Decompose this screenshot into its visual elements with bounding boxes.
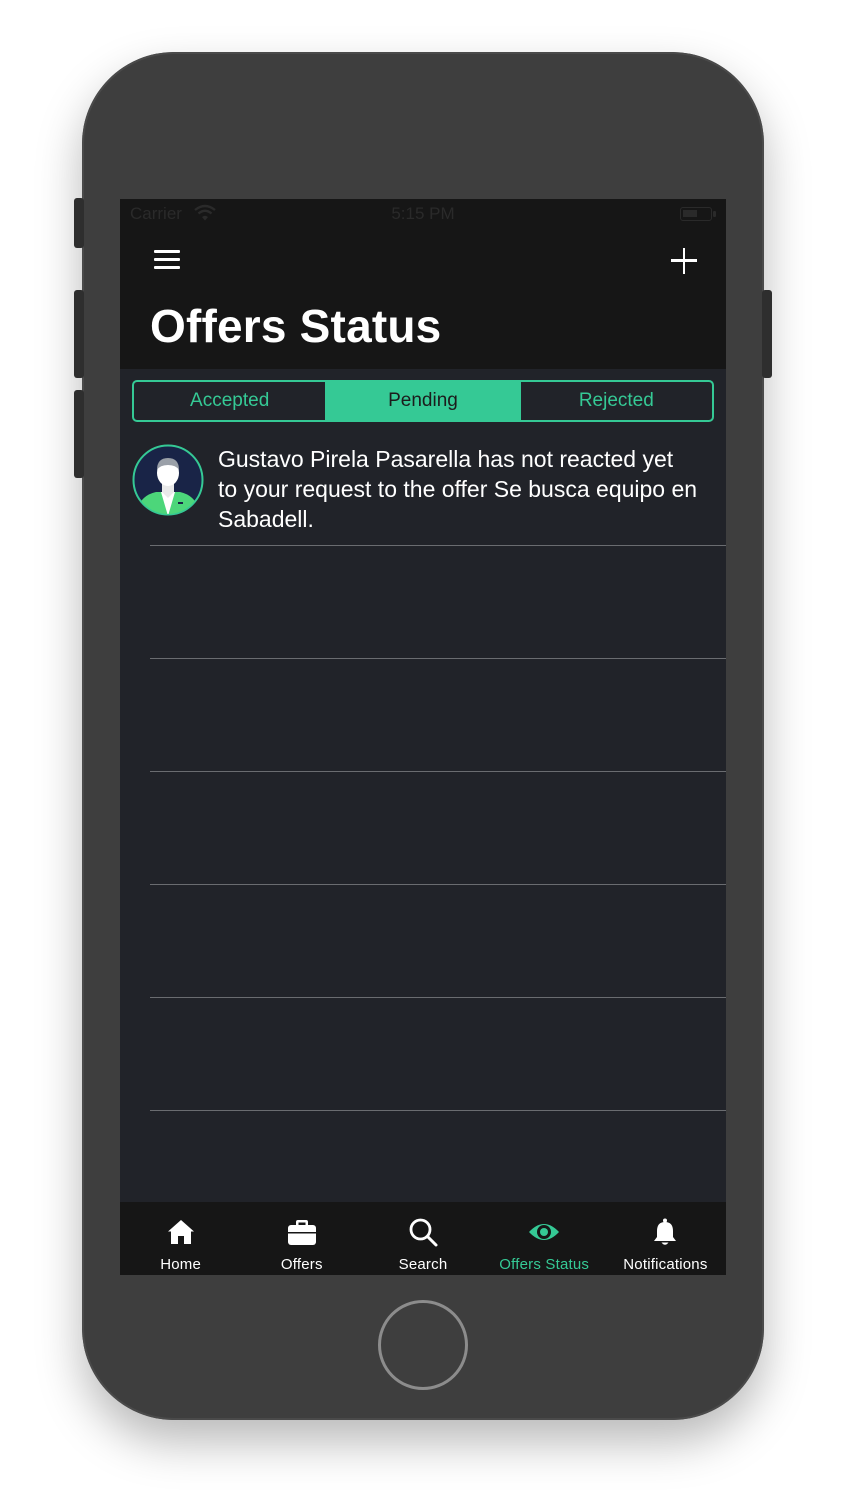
row-divider: [150, 1110, 726, 1111]
plus-icon[interactable]: [666, 243, 702, 279]
tab-home[interactable]: Home: [120, 1202, 241, 1275]
home-button[interactable]: [378, 1300, 468, 1390]
volume-down-button: [74, 390, 84, 478]
status-bar: Carrier 5:15 PM: [120, 199, 726, 229]
battery-cap: [713, 211, 716, 217]
segment-rejected[interactable]: Rejected: [518, 382, 712, 420]
briefcase-icon: [287, 1220, 316, 1245]
row-divider: [150, 658, 726, 659]
bell-icon: [654, 1218, 677, 1245]
page-title: Offers Status: [150, 300, 442, 352]
search-icon: [409, 1218, 438, 1247]
player-avatar-icon: [132, 444, 204, 516]
tab-home-label: Home: [160, 1256, 201, 1273]
tab-search-label: Search: [398, 1256, 448, 1273]
tab-notifications[interactable]: Notifications: [605, 1202, 726, 1275]
navigation-bar: Carrier 5:15 PM Offers Status: [120, 199, 726, 369]
row-divider: [150, 997, 726, 998]
battery-icon: [680, 207, 712, 221]
tab-bar: Home Offers Search Offers Status Notific…: [120, 1202, 726, 1275]
list-item-text: Gustavo Pirela Pasarella has not reacted…: [218, 446, 698, 532]
segment-accepted[interactable]: Accepted: [134, 382, 325, 420]
volume-up-button: [74, 290, 84, 378]
tab-search[interactable]: Search: [362, 1202, 483, 1275]
tab-offers[interactable]: Offers: [241, 1202, 362, 1275]
row-divider: [150, 545, 726, 546]
tab-notifications-label: Notifications: [623, 1256, 708, 1273]
hamburger-menu-icon[interactable]: [152, 247, 182, 273]
mute-switch: [74, 198, 84, 248]
row-divider: [150, 771, 726, 772]
tab-offers-label: Offers: [280, 1256, 323, 1273]
tab-offers-status[interactable]: Offers Status: [484, 1202, 605, 1275]
status-segmented-control: Accepted Pending Rejected: [132, 380, 714, 422]
power-button: [762, 290, 772, 378]
app-screen: Carrier 5:15 PM Offers Status Accepted P…: [120, 199, 726, 1275]
clock: 5:15 PM: [391, 204, 455, 223]
segment-pending[interactable]: Pending: [325, 382, 519, 420]
home-icon: [167, 1220, 194, 1244]
eye-icon: [529, 1224, 560, 1240]
tab-offers-status-label: Offers Status: [499, 1256, 590, 1273]
row-divider: [150, 884, 726, 885]
